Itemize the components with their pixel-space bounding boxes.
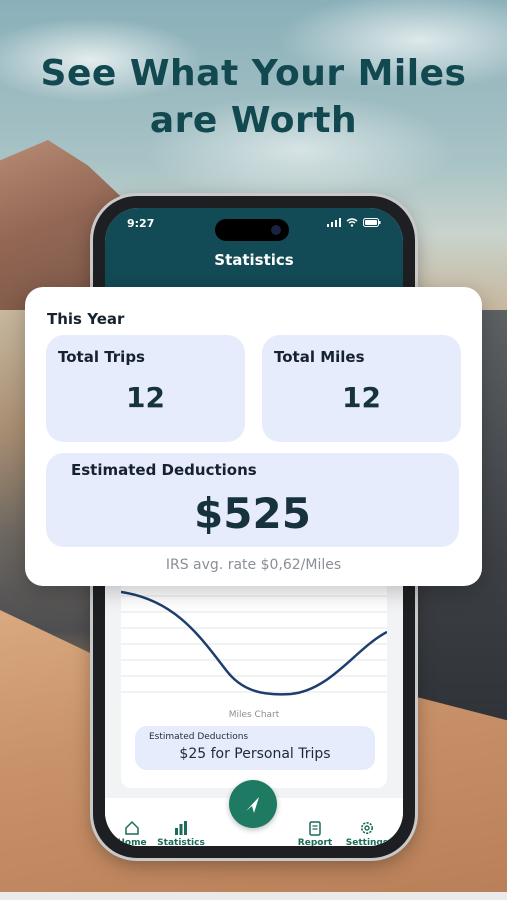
- tab-settings-label: Settings: [345, 838, 389, 846]
- irs-rate-note: IRS avg. rate $0,62/Miles: [165, 557, 342, 573]
- total-miles-value: 12: [342, 381, 381, 414]
- personal-deduction-label: Estimated Deductions: [149, 732, 249, 742]
- miles-chart-line: [120, 590, 388, 696]
- this-year-title: This Year: [47, 310, 125, 328]
- signal-icon: [326, 218, 341, 227]
- tab-statistics-label: Statistics: [157, 838, 205, 846]
- screen-title: Statistics: [214, 251, 294, 269]
- chart-caption: Miles Chart: [228, 710, 280, 720]
- total-trips-card: Total Trips 12: [46, 335, 245, 442]
- bottom-strip: [0, 892, 507, 900]
- total-miles-label: Total Miles: [274, 348, 365, 366]
- yearly-stats-card: This Year Total Trips 12 Total Miles 12 …: [25, 287, 482, 586]
- miles-chart-card: Miles Chart Estimated Deductions $25 for…: [120, 578, 388, 788]
- status-icons: [326, 218, 381, 230]
- tab-home-label: Home: [117, 838, 147, 846]
- tab-statistics[interactable]: Statistics: [151, 820, 211, 846]
- status-time: 9:27: [127, 217, 155, 230]
- bar-chart-icon: [175, 821, 187, 835]
- navigation-arrow-icon: [246, 797, 259, 813]
- miles-chart: [120, 590, 388, 696]
- headline-line-2: are Worth: [149, 100, 358, 141]
- headline: See What Your Miles are Worth: [0, 50, 507, 144]
- gear-icon: [361, 822, 373, 834]
- tab-report[interactable]: Report: [285, 820, 345, 846]
- report-icon: [309, 821, 321, 836]
- estimated-deductions-label: Estimated Deductions: [71, 461, 257, 479]
- personal-deduction-box: Estimated Deductions $25 for Personal Tr…: [135, 726, 375, 770]
- dynamic-island: [215, 219, 289, 241]
- app-header: 9:27 Statistics: [105, 208, 403, 288]
- wifi-icon: [346, 218, 358, 227]
- estimated-deductions-value: $525: [194, 489, 311, 538]
- tab-report-label: Report: [297, 838, 333, 846]
- total-miles-card: Total Miles 12: [262, 335, 461, 442]
- home-icon: [125, 820, 139, 835]
- start-trip-fab[interactable]: [229, 780, 277, 828]
- total-trips-label: Total Trips: [58, 348, 145, 366]
- headline-line-1: See What Your Miles: [40, 53, 467, 94]
- tab-settings[interactable]: Settings: [337, 820, 397, 846]
- personal-deduction-value: $25 for Personal Trips: [179, 746, 331, 762]
- battery-icon: [363, 218, 381, 227]
- estimated-deductions-card: Estimated Deductions $525: [46, 453, 459, 547]
- total-trips-value: 12: [126, 381, 165, 414]
